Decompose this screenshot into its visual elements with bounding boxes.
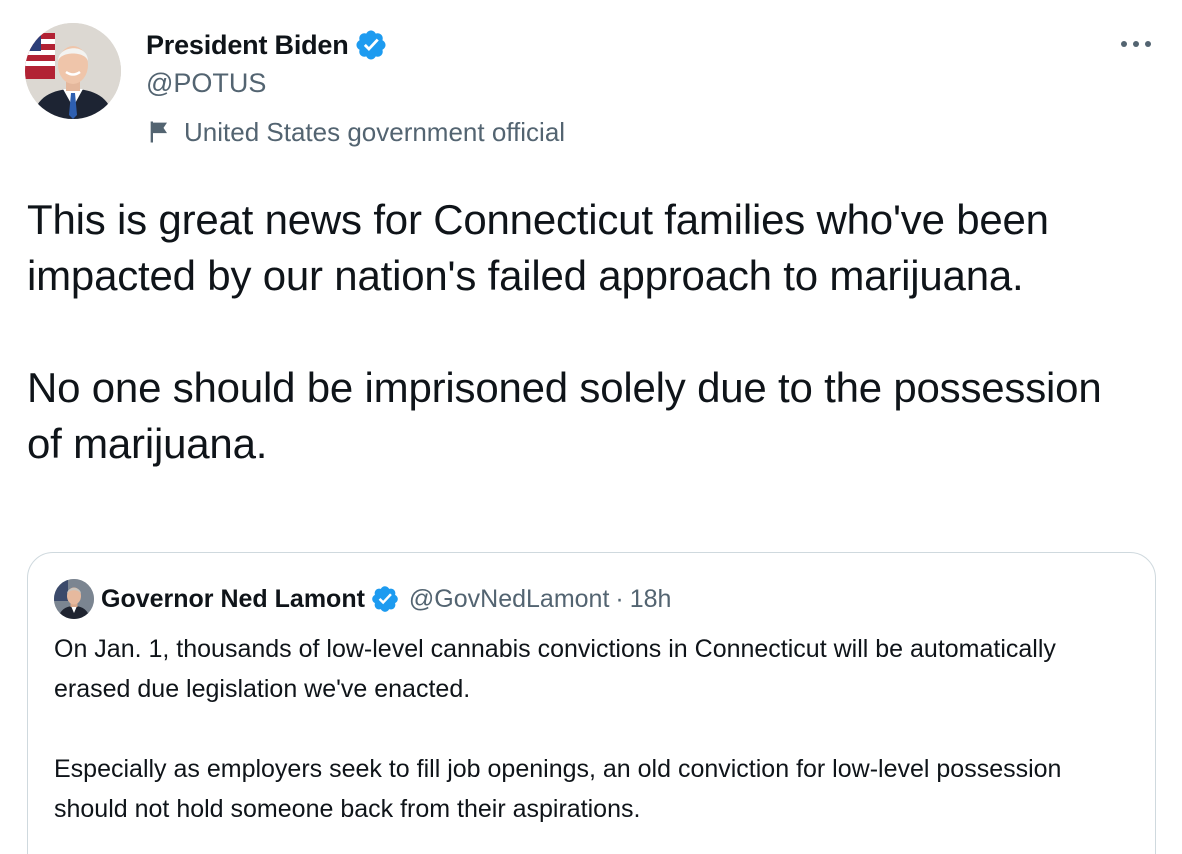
quoted-author-name: Governor Ned Lamont: [101, 584, 365, 613]
government-label[interactable]: United States government official: [146, 115, 565, 149]
quoted-paragraph: On Jan. 1, thousands of low-level cannab…: [54, 635, 1056, 703]
quoted-timestamp[interactable]: 18h: [630, 585, 672, 614]
quoted-paragraph: Especially as employers seek to fill job…: [54, 755, 1062, 823]
avatar-photo-icon: [25, 23, 121, 119]
author-avatar[interactable]: [25, 23, 121, 119]
tweet-text: This is great news for Connecticut famil…: [27, 192, 1147, 472]
author-name-row[interactable]: President Biden: [146, 27, 388, 63]
separator-dot: ·: [615, 584, 624, 613]
author-display-name[interactable]: President Biden: [146, 30, 349, 61]
flag-icon: [150, 121, 167, 143]
quoted-author-handle: @GovNedLamont: [408, 584, 610, 613]
verified-badge-icon: [356, 30, 386, 60]
tweet-paragraph: This is great news for Connecticut famil…: [27, 196, 1049, 299]
more-options-button[interactable]: [1114, 30, 1158, 58]
quoted-tweet-card[interactable]: Governor Ned Lamont @GovNedLamont · 18h …: [27, 552, 1156, 854]
quoted-tweet-text: On Jan. 1, thousands of low-level cannab…: [54, 629, 1134, 829]
quoted-tweet-header: Governor Ned Lamont @GovNedLamont · 18h: [54, 579, 671, 619]
more-options-icon: [1121, 41, 1151, 47]
avatar-photo-icon: [54, 579, 94, 619]
government-label-text: United States government official: [184, 116, 566, 147]
tweet-paragraph: No one should be imprisoned solely due t…: [27, 364, 1102, 467]
quoted-author-avatar[interactable]: [54, 579, 94, 619]
author-handle[interactable]: @POTUS: [146, 68, 266, 99]
verified-badge-icon: [372, 586, 398, 612]
